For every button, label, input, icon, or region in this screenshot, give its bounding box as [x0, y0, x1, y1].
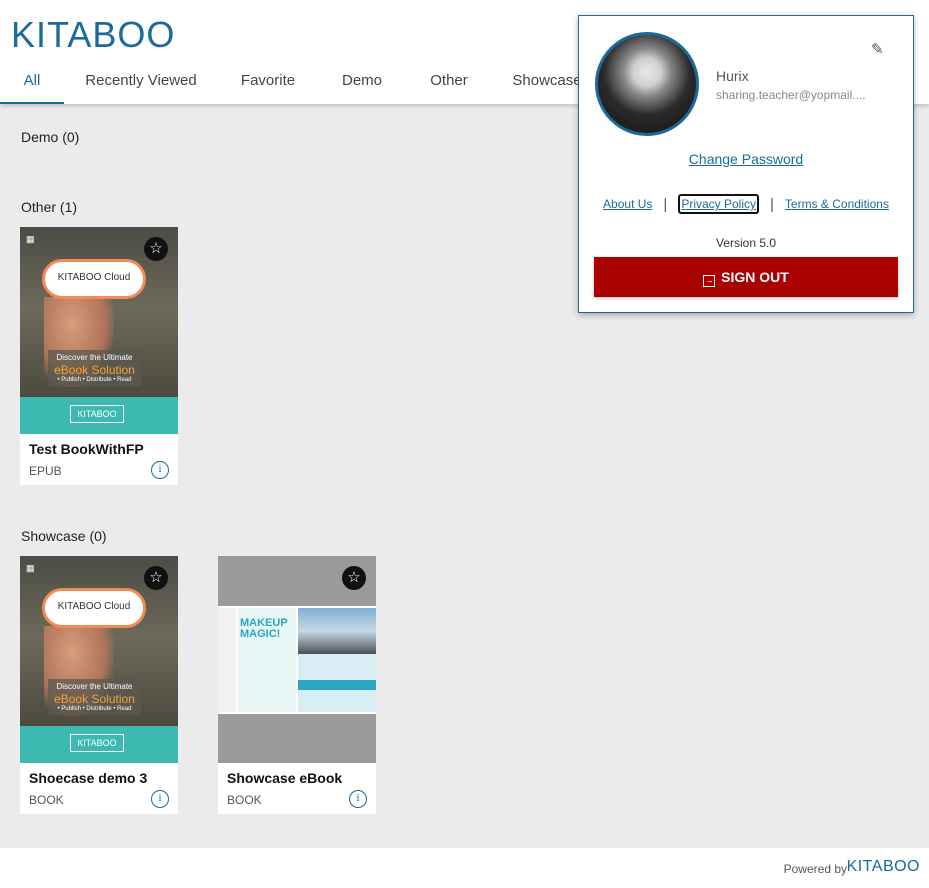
terms-conditions-link[interactable]: Terms & Conditions — [785, 197, 889, 211]
category-tabs: All Recently Viewed Favorite Demo Other … — [0, 60, 602, 104]
footer-logo: KITABOO — [846, 858, 920, 875]
book-type: EPUB — [29, 464, 62, 478]
cover-brand: KITABOO — [70, 734, 124, 752]
book-type: BOOK — [227, 793, 262, 807]
tab-recently-viewed[interactable]: Recently Viewed — [64, 60, 218, 104]
magazine-headline: MAKEUP MAGIC! — [240, 617, 288, 640]
info-icon[interactable]: i — [151, 790, 169, 808]
app-footer: Powered by KITABOO — [0, 848, 929, 888]
tab-other[interactable]: Other — [406, 60, 492, 104]
book-cover[interactable]: MAKEUP MAGIC! ☆ — [218, 556, 376, 763]
kitaboo-logo: KITABOO — [11, 14, 176, 55]
profile-popup: ✎ Hurix sharing.teacher@yopmail.... Chan… — [578, 15, 914, 313]
about-us-link[interactable]: About Us — [603, 197, 652, 211]
cover-tagline: Discover the Ultimate eBook Solution • P… — [48, 679, 141, 715]
favorite-star-icon[interactable]: ☆ — [144, 237, 168, 261]
edit-pencil-icon[interactable]: ✎ — [871, 40, 889, 58]
section-title-demo: Demo (0) — [21, 129, 80, 145]
avatar — [595, 32, 699, 136]
cover-line2: eBook Solution — [54, 692, 135, 706]
legal-links: About Us | Privacy Policy | Terms & Cond… — [579, 194, 913, 214]
section-title-showcase: Showcase (0) — [21, 528, 107, 544]
magazine-left-page: MAKEUP MAGIC! — [238, 608, 296, 712]
book-card-showcase-ebook[interactable]: MAKEUP MAGIC! ☆ Showcase eBook BOOK i — [218, 556, 376, 814]
cover-cloud: KITABOO Cloud — [42, 259, 146, 299]
magazine-spread: MAKEUP MAGIC! — [218, 606, 376, 714]
book-type: BOOK — [29, 793, 64, 807]
book-title: Shoecase demo 3 — [29, 770, 148, 786]
cover-brand: KITABOO — [70, 405, 124, 423]
cover-line3: • Publish • Distribute • Read — [57, 377, 132, 383]
book-title: Test BookWithFP — [29, 441, 144, 457]
section-title-other: Other (1) — [21, 199, 78, 215]
powered-by-text: Powered by — [783, 862, 847, 876]
book-card-shoecase-demo-3[interactable]: ▦ KITABOO Cloud Discover the Ultimate eB… — [20, 556, 178, 814]
magazine-photo — [298, 608, 376, 654]
cover-footer-band: KITABOO — [20, 397, 178, 434]
user-email: sharing.teacher@yopmail.... — [716, 88, 866, 102]
info-icon[interactable]: i — [349, 790, 367, 808]
cover-tagline: Discover the Ultimate eBook Solution • P… — [48, 350, 141, 386]
cover-line1: Discover the Ultimate — [56, 353, 133, 362]
version-label: Version 5.0 — [715, 236, 777, 250]
favorite-star-icon[interactable]: ☆ — [342, 566, 366, 590]
book-cover[interactable]: ▦ KITABOO Cloud Discover the Ultimate eB… — [20, 556, 178, 763]
book-card-test-bookwithfp[interactable]: ▦ KITABOO Cloud Discover the Ultimate eB… — [20, 227, 178, 485]
favorite-star-icon[interactable]: ☆ — [144, 566, 168, 590]
cover-footer-band: KITABOO — [20, 726, 178, 763]
magazine-right-page — [298, 608, 376, 712]
tab-all[interactable]: All — [0, 60, 64, 104]
cover-cloud-text: KITABOO Cloud — [57, 601, 131, 612]
book-title: Showcase eBook — [227, 770, 343, 786]
tab-favorite[interactable]: Favorite — [218, 60, 318, 104]
sign-out-button[interactable]: → SIGN OUT — [594, 257, 898, 297]
cover-cloud: KITABOO Cloud — [42, 588, 146, 628]
book-cover[interactable]: ▦ KITABOO Cloud Discover the Ultimate eB… — [20, 227, 178, 434]
sign-out-icon: → — [703, 275, 716, 287]
sign-out-label: SIGN OUT — [721, 269, 789, 285]
cover-line1: Discover the Ultimate — [56, 682, 133, 691]
tab-demo[interactable]: Demo — [318, 60, 406, 104]
cloud-stack-icon: ▦ — [26, 563, 35, 573]
user-name: Hurix — [716, 68, 749, 84]
cover-cloud-text: KITABOO Cloud — [57, 272, 131, 283]
cover-line3: • Publish • Distribute • Read — [57, 706, 132, 712]
info-icon[interactable]: i — [151, 461, 169, 479]
link-separator: | — [663, 195, 668, 213]
cover-line2: eBook Solution — [54, 363, 135, 377]
link-separator: | — [770, 195, 774, 213]
cloud-stack-icon: ▦ — [26, 234, 35, 244]
privacy-policy-link[interactable]: Privacy Policy — [678, 194, 759, 214]
change-password-link[interactable]: Change Password — [579, 151, 913, 167]
magazine-side-strip — [218, 608, 236, 712]
magazine-band — [298, 680, 376, 690]
